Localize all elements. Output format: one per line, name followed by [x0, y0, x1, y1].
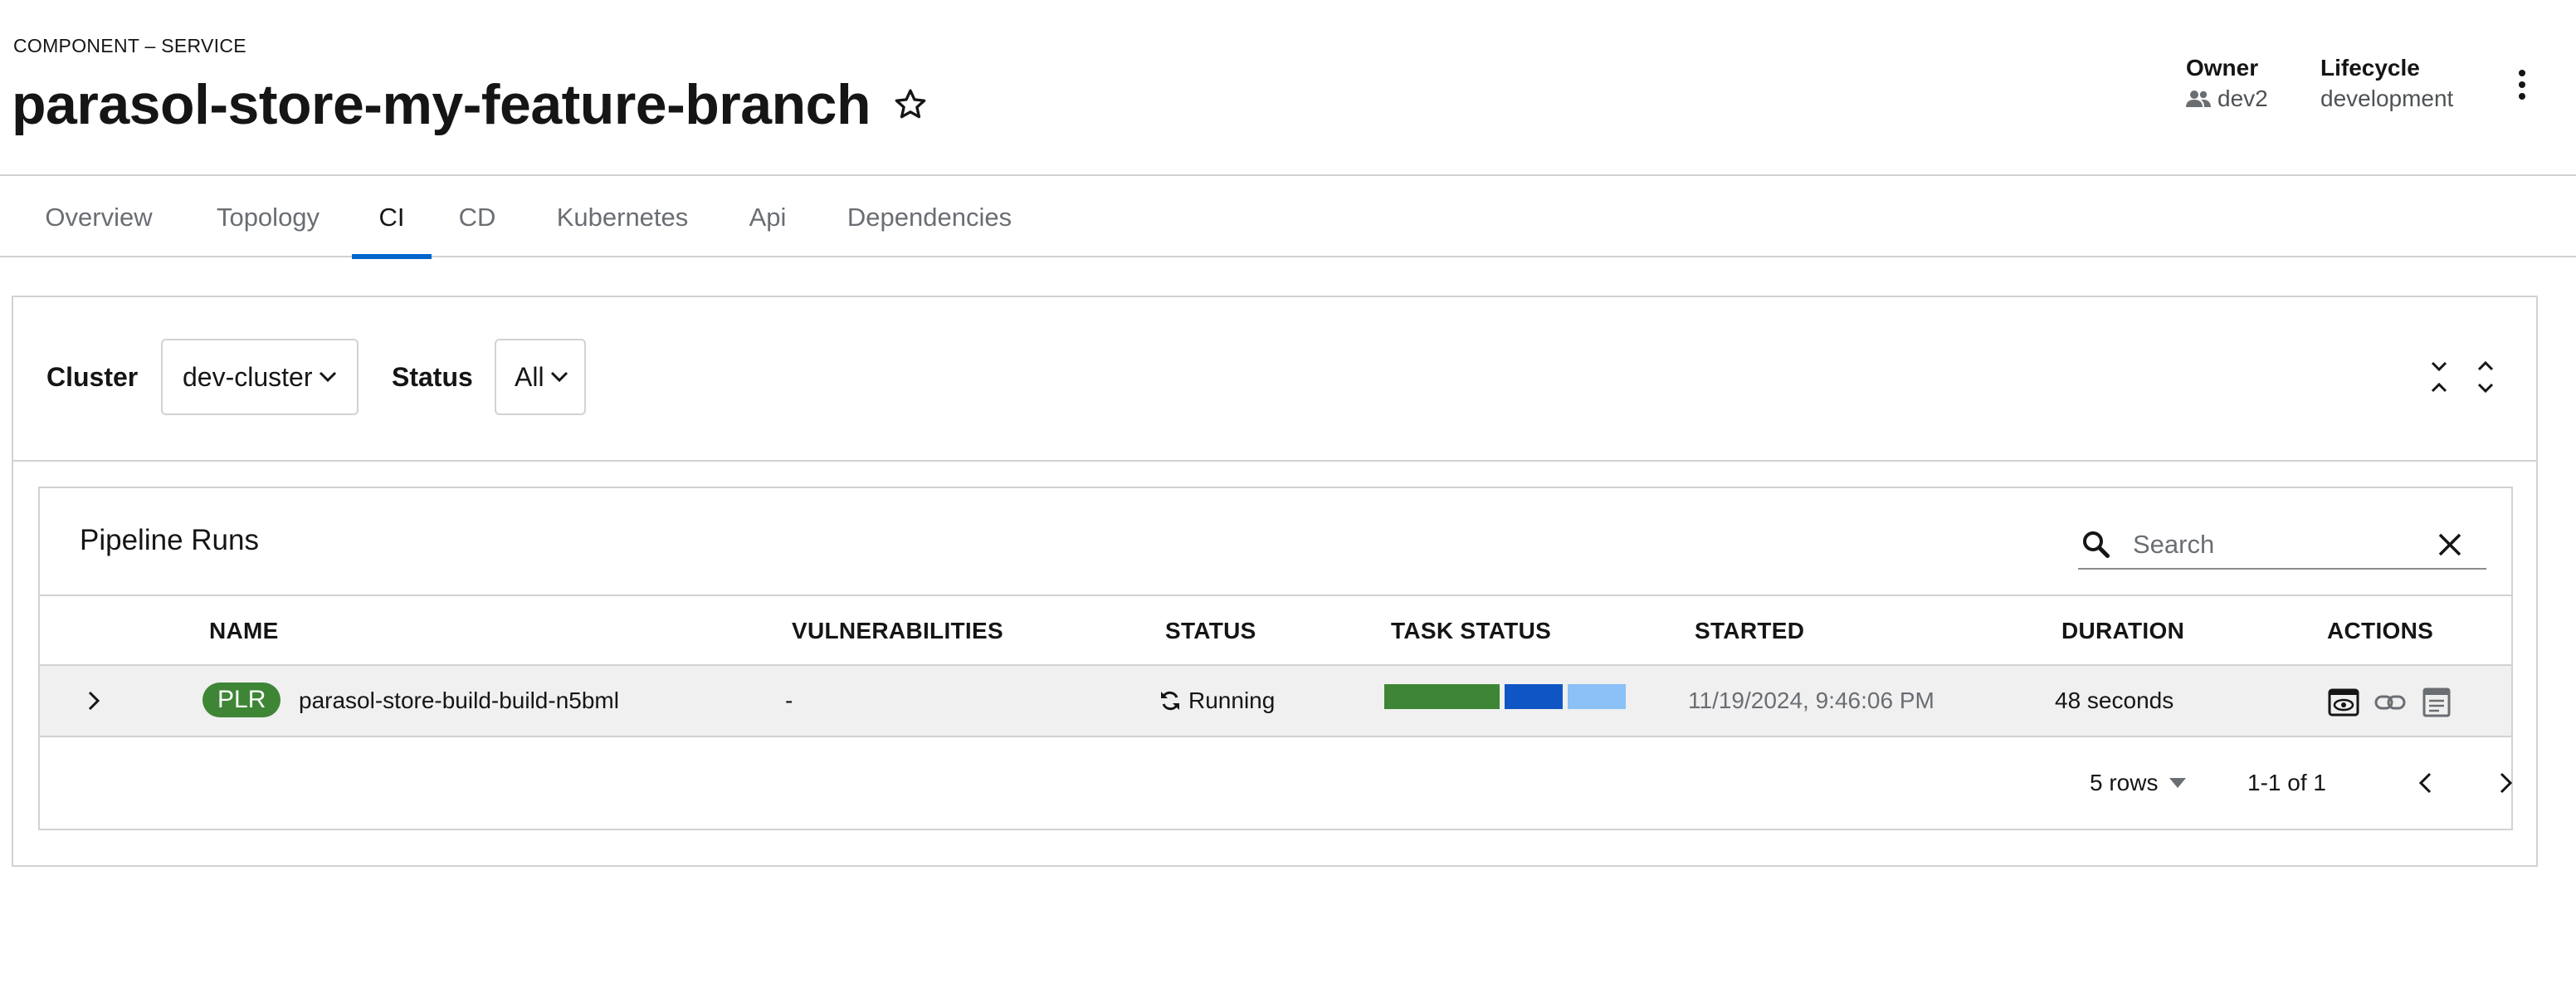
status-value: Running [1188, 687, 1276, 713]
cluster-select-value: dev-cluster [183, 361, 313, 392]
plr-badge: PLR [202, 683, 281, 717]
view-logs-icon[interactable] [2420, 686, 2453, 719]
expand-row-icon[interactable] [81, 687, 106, 714]
collapse-all-icon[interactable] [2427, 359, 2452, 395]
card-title: Pipeline Runs [80, 524, 259, 556]
tab-overview[interactable]: Overview [40, 178, 158, 257]
pagination: 5 rows 1-1 of 1 [40, 737, 2513, 829]
close-icon[interactable] [2437, 531, 2463, 558]
started-value: 11/19/2024, 9:46:06 PM [1688, 687, 1934, 713]
table-row[interactable]: PLR parasol-store-build-build-n5bml - Ru… [40, 666, 2511, 737]
title-row: parasol-store-my-feature-branch [12, 68, 929, 141]
vulnerabilities-value: - [785, 687, 793, 713]
task-status-segment-running [1505, 684, 1563, 709]
tab-api[interactable]: Api [745, 178, 790, 257]
search-box[interactable] [2078, 521, 2486, 570]
duration-value: 48 seconds [2055, 687, 2174, 713]
pipeline-run-name[interactable]: parasol-store-build-build-n5bml [299, 666, 619, 736]
search-input[interactable] [2131, 529, 2430, 560]
column-header-duration[interactable]: DURATION [2061, 596, 2184, 666]
task-status-segment-pending [1568, 684, 1626, 709]
status-select[interactable]: All [495, 339, 586, 415]
status-cell: Running [1159, 666, 1275, 736]
lifecycle-meta: Lifecycle development [2320, 53, 2453, 115]
link-icon[interactable] [2374, 686, 2407, 719]
column-header-started[interactable]: STARTED [1695, 596, 1804, 666]
tab-dependencies[interactable]: Dependencies [840, 178, 1019, 257]
column-header-name[interactable]: NAME [209, 596, 279, 666]
prev-page-icon[interactable] [2413, 769, 2438, 797]
column-header-task-status[interactable]: TASK STATUS [1391, 596, 1551, 666]
caret-down-icon [2169, 778, 2187, 788]
task-status-bar[interactable] [1384, 684, 1626, 709]
tab-kubernetes[interactable]: Kubernetes [549, 178, 695, 257]
entity-kind: COMPONENT – SERVICE [13, 35, 246, 56]
column-header-vulnerabilities[interactable]: VULNERABILITIES [792, 596, 1003, 666]
chevron-down-icon [319, 371, 336, 383]
ci-panel: Cluster dev-cluster Status All Pipeline … [12, 296, 2538, 867]
task-status-segment-succeeded [1384, 684, 1500, 709]
owner-value[interactable]: dev2 [2217, 83, 2268, 115]
tab-ci[interactable]: CI [352, 178, 432, 259]
owner-meta: Owner dev2 [2186, 53, 2268, 115]
pagination-range: 1-1 of 1 [2247, 770, 2326, 795]
running-sync-icon [1161, 691, 1179, 711]
owner-group-icon [2186, 91, 2211, 107]
view-output-icon[interactable] [2327, 686, 2360, 719]
per-page-value: 5 rows [2090, 770, 2159, 795]
entity-tabs: Overview Topology CI CD Kubernetes Api D… [0, 178, 2576, 259]
status-label: Status [392, 362, 473, 392]
next-page-icon[interactable] [2493, 769, 2518, 797]
page-header: COMPONENT – SERVICE parasol-store-my-fea… [0, 0, 2576, 176]
column-header-status[interactable]: STATUS [1165, 596, 1256, 666]
chevron-down-icon [550, 371, 568, 383]
pipeline-runs-card: Pipeline Runs NAME VULNERABILITIES STATU… [38, 487, 2513, 830]
search-icon [2083, 531, 2110, 558]
star-icon[interactable] [892, 86, 929, 123]
table-header: NAME VULNERABILITIES STATUS TASK STATUS … [40, 594, 2511, 666]
filter-toolbar: Cluster dev-cluster Status All [13, 297, 2536, 462]
status-select-value: All [515, 361, 544, 392]
tab-topology[interactable]: Topology [211, 178, 325, 257]
kebab-icon[interactable] [2510, 65, 2535, 106]
owner-label: Owner [2186, 55, 2259, 81]
per-page-select[interactable]: 5 rows [2090, 762, 2187, 804]
lifecycle-label: Lifecycle [2320, 55, 2420, 81]
page-title: parasol-store-my-feature-branch [12, 73, 871, 136]
cluster-select[interactable]: dev-cluster [161, 339, 359, 415]
lifecycle-value: development [2320, 86, 2454, 111]
cluster-label: Cluster [46, 362, 139, 392]
owner-value-row[interactable]: dev2 [2186, 83, 2268, 115]
column-header-actions: ACTIONS [2327, 618, 2434, 643]
tab-cd[interactable]: CD [456, 178, 498, 257]
expand-all-icon[interactable] [2473, 359, 2498, 395]
